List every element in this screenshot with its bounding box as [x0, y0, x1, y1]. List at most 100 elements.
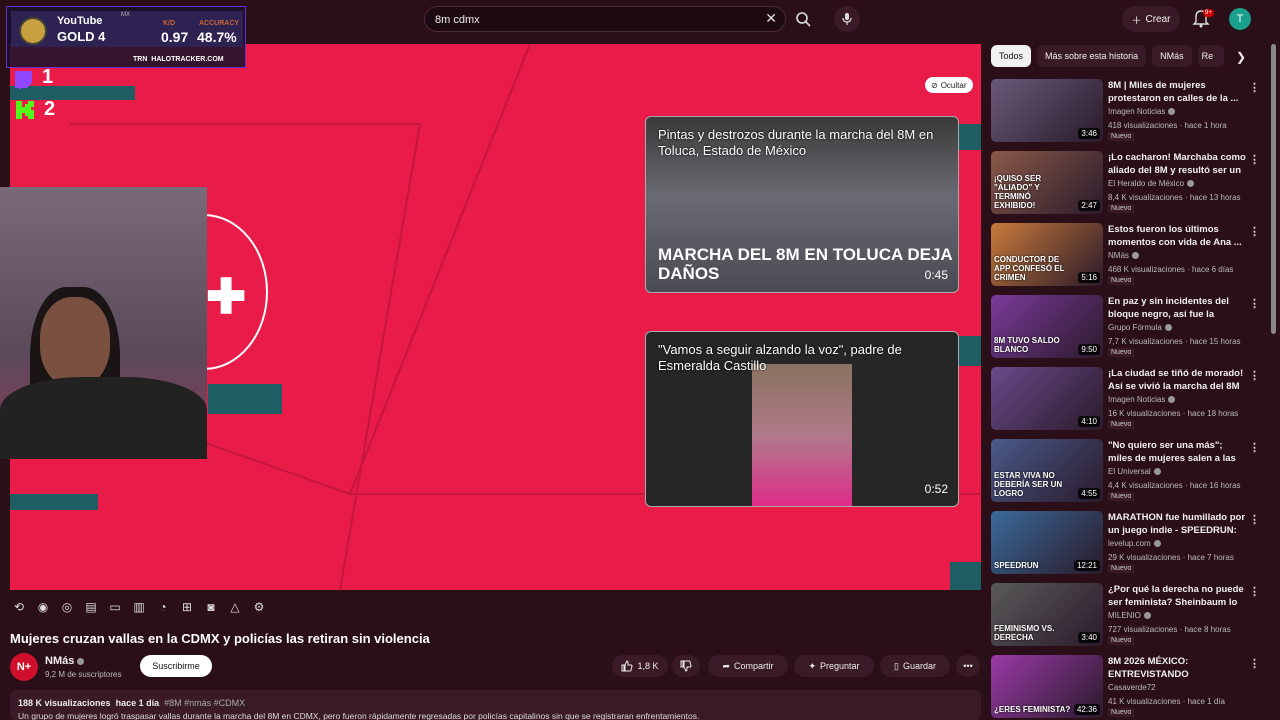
video-thumbnail[interactable]: 4:10 — [991, 367, 1103, 430]
recommendation-item[interactable]: FEMINISMO VS. DERECHA 3:40 ¿Por qué la der… — [991, 583, 1260, 649]
video-meta: 41 K visualizaciones · hace 1 día — [1108, 697, 1225, 706]
channel-name[interactable]: Casaverde72 — [1108, 683, 1156, 692]
flask-icon[interactable]: △ — [226, 598, 244, 616]
channel-name[interactable]: El Universal — [1108, 467, 1161, 476]
upload-age: hace 8 horas — [1184, 625, 1231, 634]
hide-cards-button[interactable]: ⊘ Ocultar — [925, 77, 973, 93]
channel-name[interactable]: Imagen Noticias — [1108, 107, 1176, 116]
watch-icon[interactable]: ◎ — [58, 598, 76, 616]
webcam-overlay — [0, 187, 207, 459]
clear-search-icon[interactable]: ✕ — [765, 10, 777, 27]
video-title[interactable]: ¡Lo cacharon! Marchaba como aliado del 8… — [1108, 151, 1246, 177]
filter-chip[interactable]: Más sobre esta historia — [1037, 45, 1147, 67]
create-button[interactable]: ＋ Crear — [1122, 6, 1180, 32]
video-thumbnail[interactable]: CONDUCTOR DE APP CONFESÓ EL CRIMEN 5:16 — [991, 223, 1103, 286]
twitch-count: 1 — [42, 66, 54, 88]
channel-name[interactable]: MILENIO — [1108, 611, 1151, 620]
channel-avatar[interactable]: N+ — [10, 653, 38, 681]
add-clip-icon[interactable]: ⊞ — [178, 598, 196, 616]
video-title[interactable]: Estos fueron los últimos momentos con vi… — [1108, 223, 1246, 249]
new-badge: Nuevo — [1108, 708, 1135, 717]
more-vert-icon[interactable]: ⋮ — [1249, 81, 1260, 94]
more-vert-icon[interactable]: ⋮ — [1249, 657, 1260, 670]
channel-name-text: levelup.com — [1108, 539, 1151, 548]
video-duration: 3:46 — [1078, 128, 1100, 139]
filter-chip[interactable]: Re — [1197, 45, 1224, 67]
view-count: 7,7 K visualizaciones — [1108, 337, 1183, 346]
search-box[interactable]: ✕ — [424, 6, 786, 32]
verified-icon — [1164, 324, 1172, 332]
picture-icon[interactable]: ▭ — [106, 598, 124, 616]
filter-chip[interactable]: NMás — [1152, 45, 1192, 67]
more-vert-icon[interactable]: ⋮ — [1249, 225, 1260, 238]
chevron-right-icon[interactable]: ❯ — [1236, 50, 1246, 64]
card-duration: 0:52 — [924, 482, 948, 496]
video-thumbnail[interactable]: ¿ERES FEMINISTA? 42:36 — [991, 655, 1103, 718]
channel-name-text: Casaverde72 — [1108, 683, 1156, 692]
kick-icon — [16, 101, 34, 119]
channel-name[interactable]: Grupo Fórmula — [1108, 323, 1172, 332]
recommendation-item[interactable]: ¡QUISO SER "ALIADO" Y TERMINÓ EXHIBIDO! 2… — [991, 151, 1260, 217]
video-thumbnail[interactable]: ESTAR VIVA NO DEBERÍA SER UN LOGRO 4:55 — [991, 439, 1103, 502]
video-thumbnail[interactable]: 8M TUVO SALDO BLANCO 9:50 — [991, 295, 1103, 358]
card-title: Pintas y destrozos durante la marcha del… — [658, 127, 934, 158]
film-icon[interactable]: ▥ — [130, 598, 148, 616]
like-button[interactable]: 1,8 K — [612, 655, 668, 677]
hashtags[interactable]: #8M #nmás #CDMX — [164, 698, 245, 708]
video-title[interactable]: MARATHON fue humillado por un juego indi… — [1108, 511, 1246, 537]
share-button[interactable]: ➦ Compartir — [708, 655, 788, 677]
gear-icon[interactable]: ⚙ — [250, 598, 268, 616]
recommendation-item[interactable]: 4:10 ¡La ciudad se tiñó de morado! Así se… — [991, 367, 1260, 433]
subscribe-button[interactable]: Suscribirme — [140, 655, 212, 677]
channel-name[interactable]: Imagen Noticias — [1108, 395, 1176, 404]
more-vert-icon[interactable]: ⋮ — [1249, 369, 1260, 382]
video-meta: 16 K visualizaciones · hace 18 horas — [1108, 409, 1239, 418]
more-vert-icon[interactable]: ⋮ — [1249, 513, 1260, 526]
broadcast-icon[interactable]: ◉ — [34, 598, 52, 616]
ask-button[interactable]: ✦ Preguntar — [794, 655, 874, 677]
more-vert-icon[interactable]: ⋮ — [1249, 153, 1260, 166]
video-title[interactable]: "No quiero ser una más"; miles de mujere… — [1108, 439, 1246, 465]
more-vert-icon[interactable]: ⋮ — [1249, 585, 1260, 598]
channel-name[interactable]: El Heraldo de México — [1108, 179, 1195, 188]
recommendation-item[interactable]: CONDUCTOR DE APP CONFESÓ EL CRIMEN 5:16 Es… — [991, 223, 1260, 289]
filter-chip[interactable]: Todos — [991, 45, 1032, 67]
more-vert-icon[interactable]: ⋮ — [1249, 441, 1260, 454]
recommendation-item[interactable]: SPEEDRUN 12:21 MARATHON fue humillado por … — [991, 511, 1260, 577]
recommendation-item[interactable]: 3:46 8M | Miles de mujeres protestaron en… — [991, 79, 1260, 145]
recommendation-item[interactable]: 8M TUVO SALDO BLANCO 9:50 En paz y sin inc… — [991, 295, 1260, 361]
accuracy-value: 48.7% — [197, 29, 237, 45]
video-title[interactable]: ¡La ciudad se tiñó de morado! Así se viv… — [1108, 367, 1246, 393]
channel-name[interactable]: NMás — [45, 655, 85, 667]
card-thumbnail-image — [752, 364, 852, 506]
end-card-video-2[interactable]: "Vamos a seguir alzando la voz", padre d… — [645, 331, 959, 507]
more-vert-icon[interactable]: ⋮ — [1249, 297, 1260, 310]
recommendation-item[interactable]: ESTAR VIVA NO DEBERÍA SER UN LOGRO 4:55 "N… — [991, 439, 1260, 505]
more-actions-button[interactable]: ••• — [956, 655, 980, 677]
channel-name[interactable]: NMás — [1108, 251, 1139, 260]
video-title[interactable]: 8M | Miles de mujeres protestaron en cal… — [1108, 79, 1246, 105]
end-card-video-1[interactable]: Pintas y destrozos durante la marcha del… — [645, 116, 959, 293]
description-box[interactable]: 188 K visualizaciones hace 1 día #8M #nm… — [10, 690, 981, 720]
search-button[interactable] — [790, 6, 816, 32]
clapper-icon[interactable]: ▤ — [82, 598, 100, 616]
video-thumbnail[interactable]: ¡QUISO SER "ALIADO" Y TERMINÓ EXHIBIDO! 2… — [991, 151, 1103, 214]
channel-name[interactable]: levelup.com — [1108, 539, 1161, 548]
camera-icon[interactable]: ◙ — [202, 598, 220, 616]
voice-search-button[interactable] — [834, 6, 860, 32]
recommendation-item[interactable]: ¿ERES FEMINISTA? 42:36 8M 2026 MÉXICO: ENT… — [991, 655, 1260, 720]
save-button[interactable]: ▯ Guardar — [880, 655, 950, 677]
video-title[interactable]: En paz y sin incidentes del bloque negro… — [1108, 295, 1246, 321]
speed-icon[interactable]: ◔ — [154, 598, 172, 616]
video-title[interactable]: 8M 2026 MÉXICO: ENTREVISTANDO FEMINISTA.… — [1108, 655, 1246, 681]
video-title[interactable]: ¿Por qué la derecha no puede ser feminis… — [1108, 583, 1246, 609]
video-thumbnail[interactable]: FEMINISMO VS. DERECHA 3:40 — [991, 583, 1103, 646]
account-avatar[interactable]: T — [1229, 8, 1251, 30]
view-count: 29 K visualizaciones — [1108, 553, 1181, 562]
video-thumbnail[interactable]: SPEEDRUN 12:21 — [991, 511, 1103, 574]
video-thumbnail[interactable]: 3:46 — [991, 79, 1103, 142]
dislike-button[interactable] — [672, 655, 700, 677]
search-input[interactable] — [435, 11, 755, 29]
scrollbar[interactable] — [1271, 44, 1276, 334]
loop-icon[interactable]: ⟲ — [10, 598, 28, 616]
